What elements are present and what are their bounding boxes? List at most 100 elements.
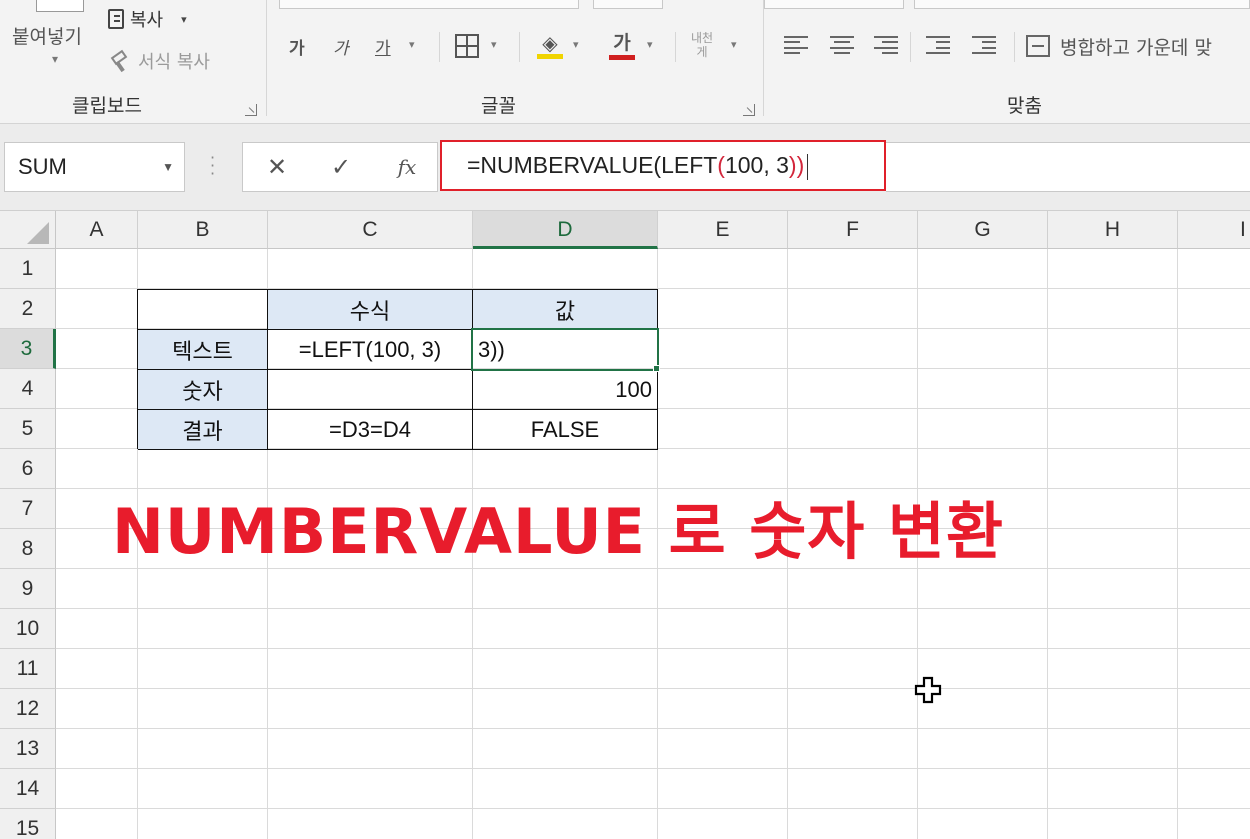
row-header-10[interactable]: 10 xyxy=(0,609,56,649)
formula-input-extension[interactable] xyxy=(886,142,1250,192)
row-header-2[interactable]: 2 xyxy=(0,289,56,329)
font-color-chevron-down-icon[interactable]: ▾ xyxy=(647,38,653,51)
fill-color-button[interactable]: ◈ xyxy=(535,28,565,62)
data-table: 수식 값 텍스트 =LEFT(100, 3) 3)) 숫자 100 결과 =D3… xyxy=(137,289,658,450)
cell-b4[interactable]: 숫자 xyxy=(138,370,268,410)
align-center-button[interactable] xyxy=(830,36,854,54)
font-launcher-icon[interactable] xyxy=(743,104,755,116)
phonetic-chevron-down-icon[interactable]: ▾ xyxy=(731,38,737,51)
cancel-icon[interactable]: ✕ xyxy=(257,143,297,191)
gridline xyxy=(56,808,1250,809)
copy-label: 복사 xyxy=(130,10,164,31)
merge-center-label: 병합하고 가운데 맞 xyxy=(1060,36,1212,59)
alignment-group: 병합하고 가운데 맞 맞춤 xyxy=(764,0,1250,124)
name-box-value: SUM xyxy=(18,154,67,179)
cell-b2[interactable] xyxy=(138,290,268,330)
cell-c5[interactable]: =D3=D4 xyxy=(268,410,473,450)
column-header-e[interactable]: E xyxy=(658,211,788,249)
merge-center-button[interactable]: 병합하고 가운데 맞 xyxy=(1026,32,1212,60)
row-header-15[interactable]: 15 xyxy=(0,809,56,839)
border-button[interactable] xyxy=(453,32,481,60)
font-name-box[interactable] xyxy=(279,0,579,9)
cell-b3[interactable]: 텍스트 xyxy=(138,330,268,370)
formula-bar-grip-icon[interactable]: · · · xyxy=(210,150,215,182)
clipboard-group: 붙여넣기 ▾ 복사 ▾ 서식 복사 클립보드 xyxy=(0,0,266,124)
row-header-14[interactable]: 14 xyxy=(0,769,56,809)
font-group-label: 글꼴 xyxy=(481,95,516,117)
border-grid-icon xyxy=(455,34,479,58)
column-header-c[interactable]: C xyxy=(268,211,473,249)
fill-handle[interactable] xyxy=(653,365,660,372)
underline-button[interactable]: 가 xyxy=(375,34,391,59)
decrease-indent-button[interactable] xyxy=(926,36,950,54)
column-header-d[interactable]: D xyxy=(473,211,658,249)
cell-c2[interactable]: 수식 xyxy=(268,290,473,330)
bold-button[interactable]: 가 xyxy=(289,34,305,59)
formula-bar: SUM ▼ · · · ✕ ✓ fx =NUMBERVALUE(LEFT(100, … xyxy=(0,124,1250,210)
phonetic-label-top: 내천 xyxy=(690,31,714,45)
row-header-13[interactable]: 13 xyxy=(0,729,56,769)
phonetic-button[interactable]: 내천 게 xyxy=(687,28,717,62)
alignment-top-row xyxy=(914,0,1250,9)
column-header-g[interactable]: G xyxy=(918,211,1048,249)
formula-part-args: 100, 3 xyxy=(724,152,789,178)
fill-color-swatch xyxy=(537,53,563,59)
formula-input[interactable]: =NUMBERVALUE(LEFT(100, 3)) xyxy=(440,140,886,191)
column-header-b[interactable]: B xyxy=(138,211,268,249)
copy-button[interactable]: 복사 ▾ xyxy=(108,4,187,34)
align-right-icon xyxy=(874,36,898,54)
cell-d4[interactable]: 100 xyxy=(473,370,658,410)
row-header-11[interactable]: 11 xyxy=(0,649,56,689)
underline-chevron-down-icon[interactable]: ▾ xyxy=(409,38,415,51)
select-all-corner[interactable] xyxy=(0,211,56,249)
alignment-top-row xyxy=(764,0,904,9)
paste-button[interactable]: 붙여넣기 xyxy=(12,22,82,49)
row-header-8[interactable]: 8 xyxy=(0,529,56,569)
align-left-button[interactable] xyxy=(784,36,808,54)
cross-cursor-icon xyxy=(914,676,942,704)
cell-c3[interactable]: =LEFT(100, 3) xyxy=(268,330,473,370)
font-group: 가 가 가 ▾ ▾ ◈ ▾ 가 ▾ 내천 게 ▾ 글꼴 xyxy=(267,0,763,124)
gridline xyxy=(56,608,1250,609)
paste-icon xyxy=(36,0,84,12)
gridline xyxy=(56,648,1250,649)
paste-chevron-down-icon[interactable]: ▾ xyxy=(52,52,58,66)
italic-button[interactable]: 가 xyxy=(333,34,349,59)
align-left-icon xyxy=(784,36,808,54)
enter-check-icon[interactable]: ✓ xyxy=(321,143,361,191)
worksheet-grid[interactable]: A B C D E F G H I 1 2 3 4 5 6 7 8 9 10 1… xyxy=(0,210,1250,839)
row-header-3[interactable]: 3 xyxy=(0,329,56,369)
clipboard-group-label: 클립보드 xyxy=(72,95,142,117)
name-box[interactable]: SUM ▼ xyxy=(4,142,185,192)
row-header-6[interactable]: 6 xyxy=(0,449,56,489)
row-header-1[interactable]: 1 xyxy=(0,249,56,289)
align-right-button[interactable] xyxy=(874,36,898,54)
cell-b5[interactable]: 결과 xyxy=(138,410,268,450)
border-chevron-down-icon[interactable]: ▾ xyxy=(491,38,497,51)
cell-c4[interactable] xyxy=(268,370,473,410)
column-header-i[interactable]: I xyxy=(1178,211,1250,249)
font-color-button[interactable]: 가 xyxy=(607,28,637,62)
row-header-9[interactable]: 9 xyxy=(0,569,56,609)
increase-indent-button[interactable] xyxy=(972,36,996,54)
column-header-h[interactable]: H xyxy=(1048,211,1178,249)
row-header-7[interactable]: 7 xyxy=(0,489,56,529)
font-divider xyxy=(439,32,440,62)
cell-d3[interactable]: 3)) xyxy=(473,330,658,370)
row-header-5[interactable]: 5 xyxy=(0,409,56,449)
cell-d2[interactable]: 값 xyxy=(473,290,658,330)
insert-function-icon[interactable]: fx xyxy=(387,143,427,191)
brush-icon xyxy=(110,49,132,73)
row-header-4[interactable]: 4 xyxy=(0,369,56,409)
format-painter-button[interactable]: 서식 복사 xyxy=(110,46,210,76)
formula-part-open-paren: ( xyxy=(717,152,725,178)
fill-color-chevron-down-icon[interactable]: ▾ xyxy=(573,38,579,51)
name-box-chevron-down-icon[interactable]: ▼ xyxy=(162,143,174,191)
column-header-a[interactable]: A xyxy=(56,211,138,249)
font-size-box[interactable] xyxy=(593,0,663,9)
row-header-12[interactable]: 12 xyxy=(0,689,56,729)
column-header-f[interactable]: F xyxy=(788,211,918,249)
cell-d5[interactable]: FALSE xyxy=(473,410,658,450)
decrease-indent-icon xyxy=(926,36,950,54)
clipboard-launcher-icon[interactable] xyxy=(245,104,257,116)
